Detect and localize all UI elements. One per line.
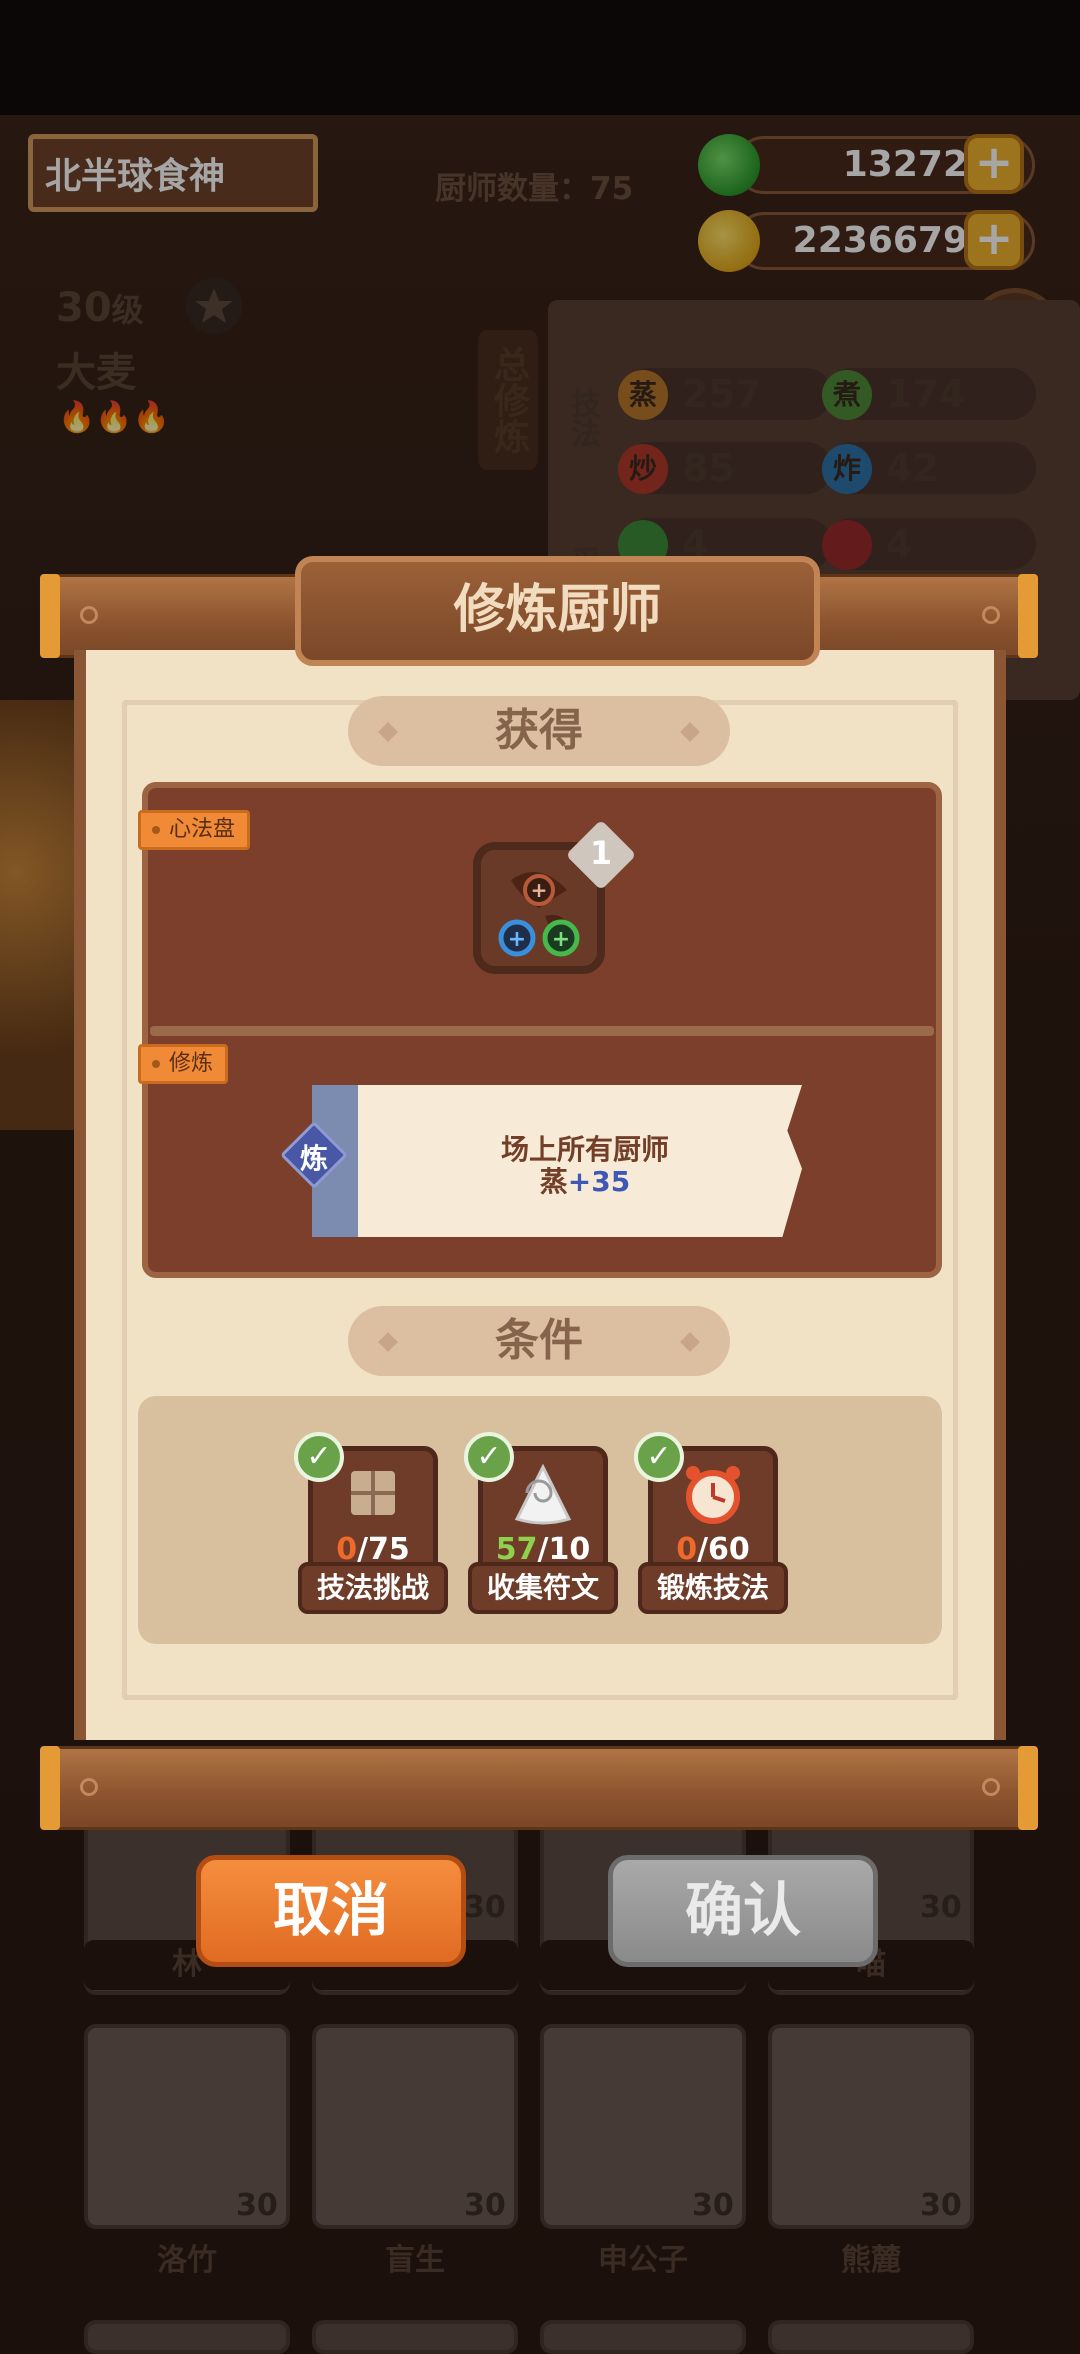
rod-hole: [80, 1778, 98, 1796]
check-icon: ✓: [464, 1432, 514, 1482]
effect-value: 蒸+35: [420, 1160, 750, 1200]
check-icon: ✓: [634, 1432, 684, 1482]
condition-label: 收集符文: [468, 1562, 618, 1614]
condition-label: 锻炼技法: [638, 1562, 788, 1614]
scroll-rod-bottom: [40, 1746, 1038, 1830]
section-obtain: 获得: [348, 696, 730, 766]
svg-text:+: +: [531, 878, 548, 902]
effect-bonus: +35: [567, 1165, 631, 1198]
rod-hole: [80, 606, 98, 624]
rod-cap: [40, 574, 60, 658]
tag-bullet: [152, 826, 160, 834]
rod-hole: [982, 606, 1000, 624]
reward-divider: [150, 1026, 934, 1036]
tag-bullet: [152, 1060, 160, 1068]
svg-text:+: +: [508, 927, 526, 952]
rod-cap: [1018, 1746, 1038, 1830]
rod-cap: [1018, 574, 1038, 658]
check-icon: ✓: [294, 1432, 344, 1482]
rod-cap: [40, 1746, 60, 1830]
rod-hole: [982, 1778, 1000, 1796]
effect-skill: 蒸: [539, 1165, 568, 1198]
cultivate-badge-text: 炼: [299, 1142, 328, 1175]
svg-text:+: +: [552, 927, 570, 952]
cancel-button[interactable]: 取消: [196, 1855, 466, 1967]
status-bar-area: [0, 0, 1080, 115]
section-conditions: 条件: [348, 1306, 730, 1376]
dialog-title: 修炼厨师: [295, 556, 820, 666]
quantity-number: 1: [589, 834, 613, 872]
confirm-button[interactable]: 确认: [608, 1855, 878, 1967]
condition-label: 技法挑战: [298, 1562, 448, 1614]
